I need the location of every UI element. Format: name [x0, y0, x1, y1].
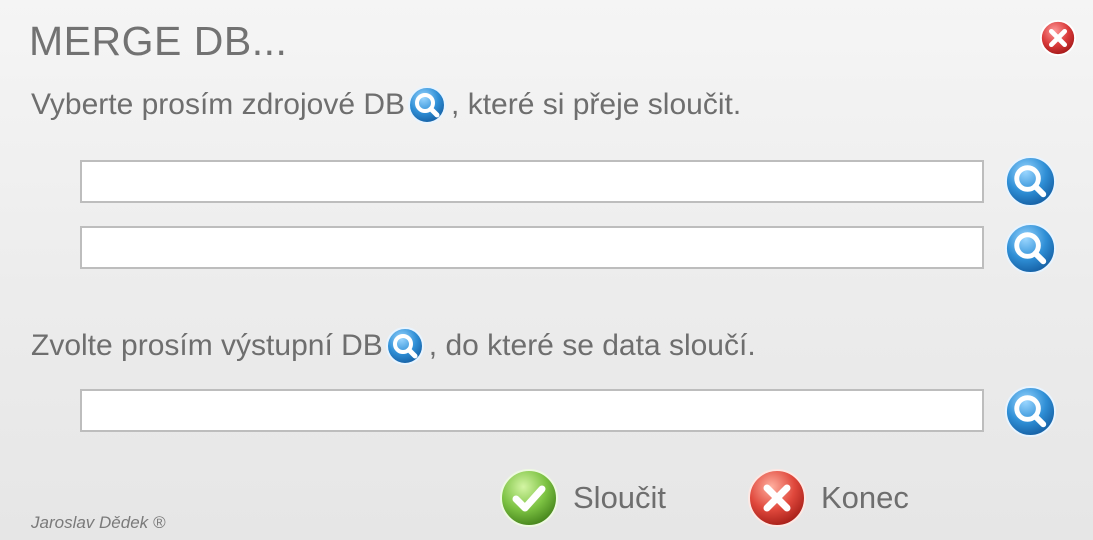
browse-output-button[interactable]: [1004, 385, 1057, 438]
magnifier-icon[interactable]: [407, 85, 447, 125]
check-icon: [500, 469, 558, 527]
browse-source-1-button[interactable]: [1004, 155, 1057, 208]
source-db-field-1[interactable]: [80, 160, 984, 203]
source-db-field-2[interactable]: [80, 226, 984, 269]
author-credit: Jaroslav Dědek ®: [31, 513, 166, 532]
close-button[interactable]: [1039, 19, 1077, 57]
merge-button[interactable]: Sloučit: [499, 468, 666, 528]
browse-source-2-button[interactable]: [1004, 222, 1057, 275]
output-db-label: Zvolte prosím výstupní DB , do které se …: [31, 326, 756, 366]
cancel-icon: [748, 469, 806, 527]
magnifier-icon: [1004, 222, 1057, 275]
magnifier-icon: [1004, 155, 1057, 208]
source-label-tail: , které si přeje sloučit.: [451, 88, 742, 121]
close-icon: [1039, 19, 1077, 57]
source-db-label: Vyberte prosím zdrojové DB , které si př…: [31, 85, 741, 125]
exit-label: Konec: [821, 480, 909, 515]
exit-button[interactable]: Konec: [747, 468, 909, 528]
source-label-text: Vyberte prosím zdrojové DB: [31, 88, 406, 121]
output-label-tail: , do které se data sloučí.: [428, 329, 756, 362]
magnifier-icon: [1004, 385, 1057, 438]
output-label-text: Zvolte prosím výstupní DB: [31, 329, 383, 362]
window-title: MERGE DB...: [29, 18, 288, 64]
magnifier-icon[interactable]: [385, 326, 425, 366]
output-db-field[interactable]: [80, 389, 984, 432]
merge-label: Sloučit: [573, 480, 667, 515]
